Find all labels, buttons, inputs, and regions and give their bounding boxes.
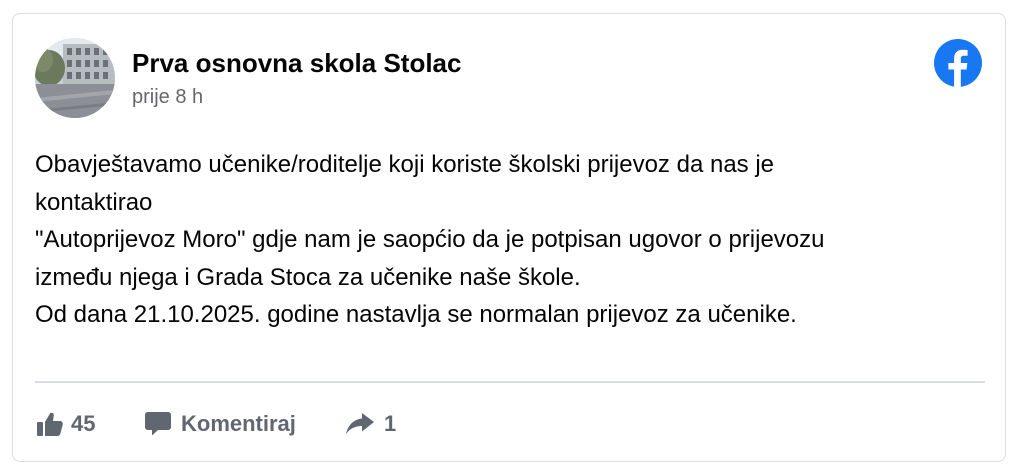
comment-button[interactable]: Komentiraj	[145, 404, 296, 444]
post-text-line: Obavještavamo učenike/roditelje koji kor…	[35, 151, 775, 178]
like-count: 45	[71, 411, 96, 436]
page-name[interactable]: Prva osnovna skola Stolac	[132, 48, 461, 79]
post-text: Obavještavamo učenike/roditelje koji kor…	[35, 146, 985, 334]
post-text-line: "Autoprijevoz Moro" gdje nam je saopćio …	[35, 226, 825, 253]
share-arrow-icon	[346, 413, 374, 435]
speech-bubble-icon	[145, 412, 171, 436]
page-avatar[interactable]	[35, 38, 115, 118]
facebook-logo-icon[interactable]	[933, 38, 983, 88]
post-actions-bar: 45 Komentiraj 1	[13, 404, 1007, 444]
post-text-line: Od dana 21.10.2025. godine nastavlja se …	[35, 301, 797, 328]
share-button[interactable]: 1	[346, 404, 396, 444]
facebook-post-card: Prva osnovna skola Stolac prije 8 h Obav…	[12, 13, 1006, 462]
share-count: 1	[384, 411, 397, 436]
post-timestamp[interactable]: prije 8 h	[132, 86, 203, 109]
post-text-line: između njega i Grada Stoca za učenike na…	[35, 263, 581, 291]
thumbs-up-icon	[37, 412, 63, 436]
actions-divider	[35, 381, 985, 383]
like-button[interactable]: 45	[37, 404, 95, 444]
comment-label: Komentiraj	[181, 411, 296, 436]
post-text-line: kontaktirao	[35, 188, 153, 216]
